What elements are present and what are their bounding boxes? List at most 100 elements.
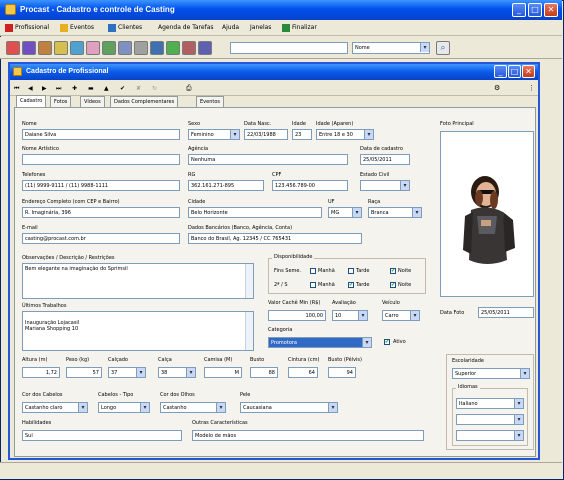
search-field-select[interactable]: Nome (352, 42, 430, 54)
disp-semana-noite-checkbox[interactable]: ✔ (390, 282, 396, 288)
altura-field[interactable]: 1,72 (22, 367, 60, 378)
menu-finalizar[interactable]: Finalizar (292, 24, 317, 31)
tb-person-icon[interactable] (6, 41, 20, 55)
menu-profissional[interactable]: Profissional (15, 24, 49, 31)
busto-field[interactable]: 88 (250, 367, 278, 378)
telefones-field[interactable]: (11) 9999-9111 / (11) 9988-1111 (22, 180, 180, 191)
child-close-icon[interactable]: ✕ (522, 65, 535, 78)
habilidades-field[interactable]: Sul (22, 430, 182, 441)
outras-carac-field[interactable]: Modelo de mãos (192, 430, 424, 441)
ultimos-trabalhos-field[interactable]: Inauguração Lojacasil Mariana Shopping 1… (22, 311, 254, 351)
print-record-icon[interactable]: ⎙ (186, 84, 192, 93)
cancel-record-icon[interactable]: ✘ (136, 85, 141, 92)
dados-bancarios-field[interactable]: Banco do Brasil, Ag. 12345 / CC 765431 (188, 233, 362, 244)
quadril-field[interactable]: 94 (328, 367, 356, 378)
veiculo-select[interactable]: Carro (382, 310, 420, 321)
disp-fins-noite-checkbox[interactable]: ✔ (390, 268, 396, 274)
ativo-checkbox[interactable]: ✔ (384, 339, 390, 345)
categoria-select[interactable]: Promotora (268, 337, 372, 348)
idade-field[interactable]: 23 (292, 129, 312, 140)
tab-videos[interactable]: Vídeos (80, 96, 105, 107)
calcado-select[interactable]: 37 (108, 367, 146, 378)
cor-olhos-select[interactable]: Castanho (160, 402, 226, 413)
tab-dados-complementares[interactable]: Dados Complementares (110, 96, 179, 107)
tb-calendar-icon[interactable] (54, 41, 68, 55)
minimize-icon[interactable]: _ (512, 3, 526, 17)
data-foto-field[interactable]: 25/05/2011 (478, 307, 534, 318)
calca-select[interactable]: 38 (158, 367, 196, 378)
email-field[interactable]: casting@procast.com.br (22, 233, 180, 244)
nome-field[interactable]: Daiane Silva (22, 129, 180, 140)
valor-cache-field[interactable]: 100,00 (268, 310, 326, 321)
tb-photo-icon[interactable] (86, 41, 100, 55)
idade-aparente-select[interactable]: Entre 18 e 30 (316, 129, 374, 140)
estado-civil-select[interactable] (360, 180, 410, 191)
observacoes-scrollbar[interactable] (245, 264, 253, 298)
prev-record-icon[interactable]: ◀ (28, 85, 33, 92)
disp-fins-manha-checkbox[interactable] (310, 268, 316, 274)
last-record-icon[interactable]: ⏭ (56, 85, 61, 93)
peso-field[interactable]: 57 (66, 367, 102, 378)
cidade-field[interactable]: Belo Horizonte (188, 207, 322, 218)
close-icon[interactable]: ✕ (544, 3, 558, 17)
data-cadastro-field[interactable]: 25/05/2011 (360, 154, 410, 165)
child-maximize-icon[interactable]: □ (508, 65, 521, 78)
disp-semana-tarde-checkbox[interactable]: ✔ (348, 282, 354, 288)
tb-doc-icon[interactable] (134, 41, 148, 55)
menu-agenda[interactable]: Agenda de Tarefas (158, 24, 214, 31)
sexo-select[interactable]: Feminino (188, 129, 240, 140)
endereco-field[interactable]: R. Imaginária, 396 (22, 207, 180, 218)
cabelos-tipo-select[interactable]: Longo (98, 402, 150, 413)
next-record-icon[interactable]: ▶ (42, 85, 47, 92)
observacoes-field[interactable]: Bem elegante na imaginação do Sprimsil (22, 263, 254, 299)
save-record-icon[interactable]: ✔ (120, 85, 125, 92)
tb-help-icon[interactable] (198, 41, 212, 55)
cpf-field[interactable]: 123.456.789-00 (272, 180, 348, 191)
ultimos-trabalhos-scrollbar[interactable] (245, 312, 253, 350)
tb-report-icon[interactable] (70, 41, 84, 55)
first-record-icon[interactable]: ⏮ (14, 85, 19, 93)
maximize-icon[interactable]: □ (528, 3, 542, 17)
rg-field[interactable]: 362.161.271-895 (188, 180, 264, 191)
escolaridade-select[interactable]: Superior (452, 368, 530, 379)
info-icon[interactable]: ⋮ (528, 84, 535, 92)
window-titlebar[interactable]: Procast - Cadastro e controle de Casting (0, 0, 562, 20)
refresh-record-icon[interactable]: ↻ (152, 85, 157, 92)
cor-cabelos-select[interactable]: Castanho claro (22, 402, 88, 413)
tools-icon[interactable]: ⚙ (494, 84, 500, 92)
menu-ajuda[interactable]: Ajuda (222, 24, 239, 31)
disp-fins-tarde-checkbox[interactable] (348, 268, 354, 274)
camisa-field[interactable]: M (204, 367, 242, 378)
search-icon[interactable]: ⌕ (436, 41, 450, 55)
menu-clientes[interactable]: Clientes (118, 24, 142, 31)
tb-list-icon[interactable] (22, 41, 36, 55)
data-nasc-field[interactable]: 22/03/1988 (244, 129, 288, 140)
pele-select[interactable]: Caucasiana (240, 402, 338, 413)
child-minimize-icon[interactable]: _ (494, 65, 507, 78)
cintura-field[interactable]: 64 (288, 367, 318, 378)
disp-semana-manha-checkbox[interactable] (310, 282, 316, 288)
idioma-select-1[interactable]: Italiano (456, 398, 524, 409)
raca-select[interactable]: Branca (368, 207, 422, 218)
delete-record-icon[interactable]: ▬ (88, 85, 94, 92)
tb-table-icon[interactable] (102, 41, 116, 55)
nome-artistico-field[interactable] (22, 154, 180, 165)
tab-fotos[interactable]: Fotos (50, 96, 72, 107)
tb-settings-icon[interactable] (182, 41, 196, 55)
foto-principal-frame[interactable] (440, 131, 534, 297)
agencia-field[interactable]: Nenhuma (188, 154, 348, 165)
tb-chart-icon[interactable] (150, 41, 164, 55)
menu-eventos[interactable]: Eventos (70, 24, 94, 31)
uf-select[interactable]: MG (328, 207, 362, 218)
child-titlebar[interactable]: Cadastro de Profissional (10, 64, 538, 80)
tb-money-icon[interactable] (166, 41, 180, 55)
idioma-select-2[interactable] (456, 414, 524, 425)
edit-record-icon[interactable]: ▲ (104, 85, 109, 92)
add-record-icon[interactable]: ✚ (72, 85, 77, 92)
tb-grid-icon[interactable] (118, 41, 132, 55)
idioma-select-3[interactable] (456, 430, 524, 441)
search-input[interactable] (230, 42, 348, 54)
tab-eventos[interactable]: Eventos (196, 96, 224, 107)
tb-users-icon[interactable] (38, 41, 52, 55)
menu-janelas[interactable]: Janelas (250, 24, 271, 31)
